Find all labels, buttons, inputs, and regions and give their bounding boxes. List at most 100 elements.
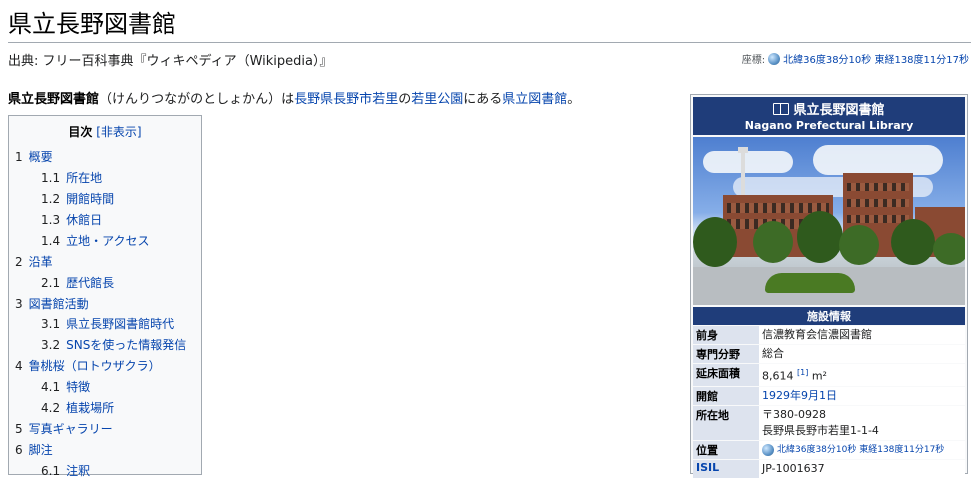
lead-text-no: の [398,92,412,107]
lead-paragraph: 県立長野図書館（けんりつながのとしょかん）は長野県長野市若里の若里公園にある県立… [8,88,580,107]
row-label: 位置 [693,440,759,459]
toc-num: 1 [15,150,23,164]
infobox-row-predecessor: 前身 信濃教育会信濃図書館 [693,326,965,344]
toc-num: 1.4 [41,234,61,248]
link-nagano-city[interactable]: 長野市 [333,92,372,107]
toc-item[interactable]: 3.1 県立長野図書館時代 [41,315,174,332]
link-nagano-pref[interactable]: 長野県 [294,92,333,107]
toc-item[interactable]: 6.1 注釈 [41,462,90,479]
toc-title: 目次 [68,125,93,139]
toc-item[interactable]: 4.2 植栽場所 [41,399,114,416]
lead-bold-title: 県立長野図書館 [8,92,100,107]
infobox-title: 県立長野図書館 Nagano Prefectural Library [693,97,965,135]
toc-num: 3 [15,297,23,311]
toc-num: 4 [15,359,23,373]
row-label: 専門分野 [693,345,759,363]
toc-item[interactable]: 4 鲁桃桜（ロトウザクラ） [15,357,161,374]
toc-num: 1.1 [41,171,61,185]
row-label: 前身 [693,326,759,344]
toc-item[interactable]: 4.1 特徴 [41,378,90,395]
toc-toggle[interactable]: [非表示] [96,125,141,139]
toc-text: 沿革 [28,255,53,269]
toc-text: 特徴 [66,380,91,394]
area-unit: m² [811,369,827,383]
infobox-row-location: 位置 北緯36度38分10秒 東経138度11分17秒 [693,440,965,459]
toc-text: 脚注 [28,443,53,457]
reference-link[interactable]: [1] [797,368,808,377]
row-label: 延床面積 [693,364,759,386]
infobox-section-header: 施設情報 [693,307,965,325]
globe-icon[interactable] [762,443,774,456]
toc-text: 立地・アクセス [66,234,150,248]
row-value: 8,614 [1] m² [759,364,965,386]
infobox: 県立長野図書館 Nagano Prefectural Library 施設情報 … [690,94,968,478]
toc-item[interactable]: 2 沿革 [15,253,53,270]
toc-text: 図書館活動 [28,297,89,311]
infobox-title-en: Nagano Prefectural Library [744,119,914,132]
toc-item[interactable]: 1.3 休館日 [41,211,102,228]
toc-num: 1.3 [41,213,61,227]
opened-date-link[interactable]: 1929年9月1日 [762,389,837,402]
toc-num: 6 [15,443,23,457]
infobox-row-isil: ISIL JP-1001637 [693,459,965,478]
table-of-contents: 目次 [非表示] 1 概要 1.1 所在地 1.2 開館時間 1.3 休館日 1.4 立地… [8,115,202,478]
row-value: 信濃教育会信濃図書館 [759,326,965,344]
toc-num: 4.1 [41,380,61,394]
toc-item[interactable]: 5 写真ギャラリー [15,420,113,437]
toc-text: 概要 [28,150,53,164]
isil-label-link[interactable]: ISIL [693,459,759,478]
lead-end: 。 [567,92,581,107]
row-label: 開館 [693,386,759,405]
book-icon [773,102,790,115]
toc-text: 開館時間 [66,192,115,206]
toc-num: 2 [15,255,23,269]
toc-num: 6.1 [41,464,61,478]
coords-link[interactable]: 北緯36度38分10秒 東経138度11分17秒 [783,51,969,66]
toc-num: 4.2 [41,401,61,415]
infobox-title-jp: 県立長野図書館 [793,103,885,118]
infobox-row-field: 専門分野 総合 [693,345,965,363]
toc-text: 植栽場所 [66,401,115,415]
toc-item[interactable]: 3.2 SNSを使った情報発信 [41,336,186,353]
row-value: JP-1001637 [759,459,965,478]
link-wakasato-park[interactable]: 若里公園 [411,92,463,107]
toc-item[interactable]: 1.4 立地・アクセス [41,232,150,249]
lead-text-aru: にある [463,92,503,107]
toc-text: 休館日 [66,213,103,227]
library-photo[interactable] [693,137,965,305]
toc-text: 鲁桃桜（ロトウザクラ） [28,359,161,373]
area-value: 8,614 [762,369,794,383]
page-title: 県立長野図書館 [8,10,176,38]
toc-item[interactable]: 1.1 所在地 [41,169,102,186]
link-wakasato[interactable]: 若里 [372,92,398,107]
toc-num: 3.2 [41,338,61,352]
toc-text: 県立長野図書館時代 [66,317,175,331]
title-divider [8,42,971,43]
location-coords-link[interactable]: 北緯36度38分10秒 東経138度11分17秒 [777,442,944,458]
toc-num: 1.2 [41,192,61,206]
toc-text: 所在地 [66,171,103,185]
row-value: 総合 [759,345,965,363]
infobox-row-address: 所在地 〒380-0928 長野県長野市若里1-1-4 [693,405,965,440]
coords-label: 座標: [741,55,766,66]
toc-num: 3.1 [41,317,61,331]
toc-num: 5 [15,422,23,436]
toc-item[interactable]: 1.2 開館時間 [41,190,114,207]
source-line: 出典: フリー百科事典『ウィキペディア（Wikipedia）』 [8,54,333,69]
toc-num: 2.1 [41,276,61,290]
toc-item[interactable]: 3 図書館活動 [15,295,89,312]
toc-text: 写真ギャラリー [28,422,113,436]
toc-text: SNSを使った情報発信 [66,338,187,352]
toc-item[interactable]: 6 脚注 [15,441,53,458]
infobox-row-area: 延床面積 8,614 [1] m² [693,364,965,386]
postal-code: 〒380-0928 [762,407,826,421]
globe-icon[interactable] [768,52,781,65]
row-label: 所在地 [693,405,759,440]
toc-text: 歴代館長 [66,276,115,290]
address-value: 長野県長野市若里1-1-4 [762,423,879,437]
lead-reading: （けんりつながのとしょかん）は [99,92,295,107]
link-pref-library[interactable]: 県立図書館 [502,92,567,107]
toc-item[interactable]: 1 概要 [15,148,53,165]
coordinates-header: 座標: 北緯36度38分10秒 東経138度11分17秒 [742,51,969,66]
toc-item[interactable]: 2.1 歴代館長 [41,274,114,291]
